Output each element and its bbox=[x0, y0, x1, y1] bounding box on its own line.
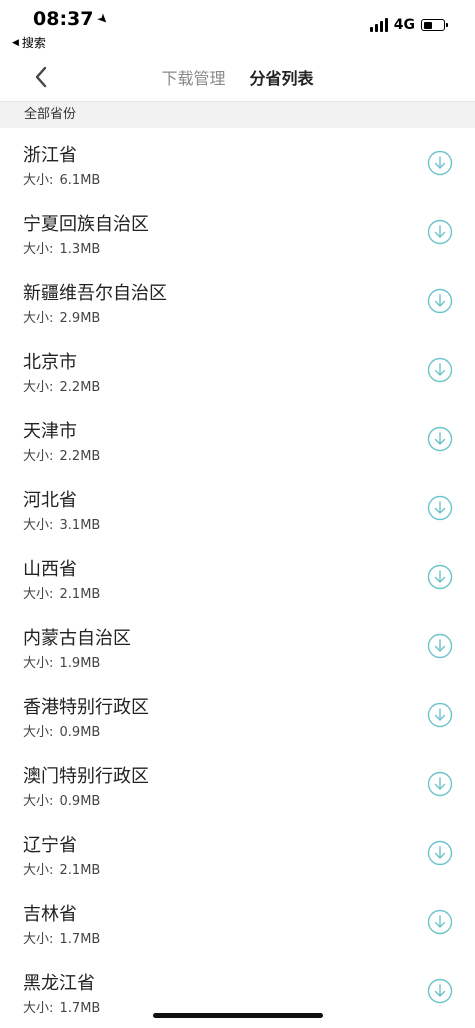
size-value: 6.1MB bbox=[59, 173, 101, 188]
nav-bar: 下载管理 分省列表 bbox=[0, 52, 475, 102]
download-icon[interactable] bbox=[427, 357, 453, 383]
province-name: 宁夏回族自治区 bbox=[23, 214, 149, 235]
download-icon[interactable] bbox=[427, 564, 453, 590]
download-icon[interactable] bbox=[427, 702, 453, 728]
status-indicators: 4G bbox=[369, 17, 448, 33]
size-prefix: 大小: bbox=[23, 587, 58, 602]
province-size: 大小: 0.9MB bbox=[23, 790, 100, 809]
list-item[interactable]: 澳门特别行政区 大小: 0.9MB bbox=[0, 749, 475, 818]
size-prefix: 大小: bbox=[23, 932, 58, 947]
province-name: 新疆维吾尔自治区 bbox=[23, 283, 167, 304]
back-app-label: 搜索 bbox=[21, 36, 46, 50]
size-value: 0.9MB bbox=[59, 794, 101, 809]
province-size: 大小: 1.3MB bbox=[23, 238, 100, 257]
province-size: 大小: 2.2MB bbox=[23, 445, 100, 464]
province-name: 辽宁省 bbox=[23, 835, 77, 856]
list-item[interactable]: 宁夏回族自治区 大小: 1.3MB bbox=[0, 197, 475, 266]
back-triangle-icon: ◀ bbox=[12, 37, 19, 48]
province-name: 黑龙江省 bbox=[23, 973, 95, 994]
list-item[interactable]: 吉林省 大小: 1.7MB bbox=[0, 887, 475, 956]
tab-bar: 下载管理 分省列表 bbox=[0, 52, 475, 102]
province-size: 大小: 1.7MB bbox=[23, 928, 100, 947]
list-item[interactable]: 浙江省 大小: 6.1MB bbox=[0, 128, 475, 197]
back-to-app-link[interactable]: ◀ 搜索 bbox=[12, 34, 46, 51]
download-icon[interactable] bbox=[427, 978, 453, 1004]
download-icon[interactable] bbox=[427, 219, 453, 245]
size-prefix: 大小: bbox=[23, 449, 58, 464]
province-size: 大小: 6.1MB bbox=[23, 169, 100, 188]
size-value: 2.2MB bbox=[59, 380, 101, 395]
size-value: 2.9MB bbox=[59, 311, 101, 326]
size-value: 1.7MB bbox=[59, 932, 101, 947]
province-name: 澳门特别行政区 bbox=[23, 766, 149, 787]
size-value: 1.7MB bbox=[59, 1001, 101, 1016]
province-name: 天津市 bbox=[23, 421, 77, 442]
download-icon[interactable] bbox=[427, 633, 453, 659]
list-item[interactable]: 天津市 大小: 2.2MB bbox=[0, 404, 475, 473]
list-item[interactable]: 内蒙古自治区 大小: 1.9MB bbox=[0, 611, 475, 680]
size-prefix: 大小: bbox=[23, 863, 58, 878]
download-icon[interactable] bbox=[427, 150, 453, 176]
size-prefix: 大小: bbox=[23, 794, 58, 809]
list-item[interactable]: 北京市 大小: 2.2MB bbox=[0, 335, 475, 404]
size-prefix: 大小: bbox=[23, 656, 58, 671]
province-size: 大小: 2.1MB bbox=[23, 583, 100, 602]
list-item[interactable]: 山西省 大小: 2.1MB bbox=[0, 542, 475, 611]
province-size: 大小: 1.7MB bbox=[23, 997, 100, 1016]
list-item[interactable]: 辽宁省 大小: 2.1MB bbox=[0, 818, 475, 887]
tab-download-management[interactable]: 下载管理 bbox=[161, 65, 225, 89]
cellular-signal-icon bbox=[369, 18, 388, 32]
province-name: 北京市 bbox=[23, 352, 77, 373]
download-icon[interactable] bbox=[427, 426, 453, 452]
size-value: 2.1MB bbox=[59, 863, 101, 878]
province-size: 大小: 3.1MB bbox=[23, 514, 100, 533]
status-time-text: 08:37 bbox=[33, 8, 94, 30]
section-header: 全部省份 bbox=[0, 102, 475, 128]
download-icon[interactable] bbox=[427, 840, 453, 866]
download-icon[interactable] bbox=[427, 495, 453, 521]
size-value: 2.2MB bbox=[59, 449, 101, 464]
list-item[interactable]: 河北省 大小: 3.1MB bbox=[0, 473, 475, 542]
list-item[interactable]: 香港特别行政区 大小: 0.9MB bbox=[0, 680, 475, 749]
network-type-label: 4G bbox=[393, 17, 415, 33]
province-name: 山西省 bbox=[23, 559, 77, 580]
size-prefix: 大小: bbox=[23, 725, 58, 740]
province-name: 河北省 bbox=[23, 490, 77, 511]
size-value: 0.9MB bbox=[59, 725, 101, 740]
size-value: 3.1MB bbox=[59, 518, 101, 533]
size-value: 1.9MB bbox=[59, 656, 101, 671]
province-size: 大小: 2.2MB bbox=[23, 376, 100, 395]
size-prefix: 大小: bbox=[23, 380, 58, 395]
status-bar: 08:37 ➤ ◀ 搜索 4G bbox=[0, 0, 475, 52]
size-prefix: 大小: bbox=[23, 1001, 58, 1016]
province-name: 吉林省 bbox=[23, 904, 77, 925]
size-prefix: 大小: bbox=[23, 242, 58, 257]
download-icon[interactable] bbox=[427, 771, 453, 797]
province-list: 浙江省 大小: 6.1MB 宁夏回族自治区 大小: 1.3MB 新疆维吾尔自治区… bbox=[0, 128, 475, 1025]
province-size: 大小: 2.9MB bbox=[23, 307, 100, 326]
size-value: 2.1MB bbox=[59, 587, 101, 602]
location-arrow-icon: ➤ bbox=[93, 9, 113, 29]
size-value: 1.3MB bbox=[59, 242, 101, 257]
province-name: 香港特别行政区 bbox=[23, 697, 149, 718]
province-name: 浙江省 bbox=[23, 145, 77, 166]
list-item[interactable]: 新疆维吾尔自治区 大小: 2.9MB bbox=[0, 266, 475, 335]
size-prefix: 大小: bbox=[23, 518, 58, 533]
tab-province-list[interactable]: 分省列表 bbox=[250, 65, 314, 89]
province-size: 大小: 0.9MB bbox=[23, 721, 100, 740]
province-name: 内蒙古自治区 bbox=[23, 628, 131, 649]
status-time: 08:37 ➤ bbox=[33, 8, 112, 30]
download-icon[interactable] bbox=[427, 288, 453, 314]
download-icon[interactable] bbox=[427, 909, 453, 935]
size-prefix: 大小: bbox=[23, 311, 58, 326]
province-size: 大小: 1.9MB bbox=[23, 652, 100, 671]
battery-icon bbox=[421, 19, 448, 31]
size-prefix: 大小: bbox=[23, 173, 58, 188]
province-size: 大小: 2.1MB bbox=[23, 859, 100, 878]
home-indicator[interactable] bbox=[153, 1013, 323, 1018]
